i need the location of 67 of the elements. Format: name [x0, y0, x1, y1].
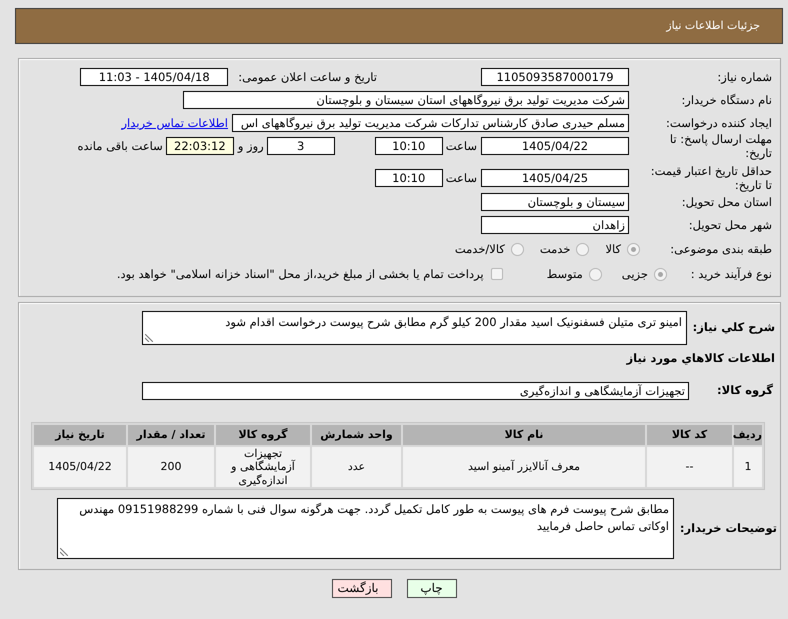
table-cell: 1: [734, 446, 762, 488]
option-label: خدمت: [540, 242, 570, 257]
field-label: حداقل تاریخ اعتبار قیمت: تا تاریخ:: [650, 164, 772, 192]
time-field[interactable]: 10:10: [374, 137, 443, 155]
column-header: تعداد / مقدار: [128, 424, 214, 445]
date-field[interactable]: 1405/04/22: [481, 137, 629, 155]
field-label: گروه کالا:: [716, 383, 773, 398]
radio-button[interactable]: [627, 242, 640, 256]
description-text: امینو تری متیلن فسفنونیک اسید مقدار 200 کیلو گرم مطابق شرح پیوست درخواست اقدام شود: [225, 314, 682, 329]
checkbox-label: پرداخت تمام یا بخشی از مبلغ خرید،از محل "اسناد خزانه اسلامی" خواهد بود.: [116, 266, 484, 282]
column-header: واحد شمارش: [312, 424, 401, 445]
requester-field[interactable]: مسلم حیدری صادق کارشناس تدارکات شرکت مدیریت تولید برق نیروگاههای اس: [232, 114, 629, 132]
field-label: استان محل تحویل:: [680, 195, 772, 209]
buyer-notes-field[interactable]: مطابق شرح پیوست فرم های پیوست به طور کامل تکمیل گردد. جهت هرگونه سوال فنی با شماره 09151988299 مهندس اوکاتی تماس حاصل فرمایید: [57, 498, 674, 560]
field-label: ساعت: [446, 170, 477, 186]
column-header: تاریخ نیاز: [34, 424, 126, 445]
need-number-field[interactable]: 1105093587000179: [481, 68, 629, 86]
buyer-notes-text: مطابق شرح پیوست فرم های پیوست به طور کامل تکمیل گردد. جهت هرگونه سوال فنی با شماره 09151988299 مهندس اوکاتی تماس حاصل فرمایید: [79, 502, 669, 534]
city-field[interactable]: زاهدان: [481, 216, 629, 234]
column-header: ردیف: [734, 424, 762, 445]
radio-button[interactable]: [576, 242, 590, 256]
goods-group-field[interactable]: تجهیزات آزمایشگاهی و اندازه‌گیری: [142, 382, 689, 400]
field-label: طبقه بندی موضوعی:: [669, 242, 772, 256]
field-label: مهلت ارسال پاسخ: تا تاریخ:: [668, 132, 772, 160]
option-label: کالا: [605, 242, 621, 257]
section-title: اطلاعات کالاهاي مورد نیاز: [625, 350, 775, 366]
province-field[interactable]: سیستان و بلوچستان: [481, 193, 629, 211]
option-label: متوسط: [546, 266, 583, 282]
table-cell: معرف آنالایزر آمینو اسید: [403, 446, 645, 488]
table-cell: 1405/04/22: [34, 446, 126, 488]
field-label: شهر محل تحویل:: [688, 218, 772, 232]
remaining-time-field[interactable]: 22:03:12: [166, 137, 234, 155]
radio-button[interactable]: [588, 268, 602, 281]
time-field[interactable]: 10:10: [374, 169, 443, 187]
announce-date-field[interactable]: 1405/04/18 - 11:03: [80, 68, 228, 86]
table-cell: 200: [128, 446, 214, 488]
field-label: ساعت: [446, 138, 477, 154]
resize-grip-icon[interactable]: [145, 334, 153, 342]
table-cell: عدد: [312, 446, 401, 488]
table-cell: تجهیزات آزمایشگاهی و اندازه‌گیری: [216, 446, 310, 488]
option-label: جزیی: [622, 266, 648, 282]
field-label: روز و: [238, 138, 264, 154]
date-field[interactable]: 1405/04/25: [481, 169, 629, 187]
radio-button[interactable]: [654, 268, 667, 281]
column-header: نام کالا: [403, 424, 645, 445]
field-label: شماره نیاز:: [716, 70, 772, 84]
option-label: کالا/خدمت: [454, 242, 505, 257]
resize-grip-icon[interactable]: [60, 548, 68, 556]
description-field[interactable]: امینو تری متیلن فسفنونیک اسید مقدار 200 کیلو گرم مطابق شرح پیوست درخواست اقدام شود: [142, 310, 687, 345]
field-label: توضیحات خریدار:: [678, 521, 777, 536]
back-button[interactable]: بازگشت: [332, 579, 392, 598]
page-title: جزئیات اطلاعات نیاز: [666, 18, 760, 34]
buyer-org-field[interactable]: شرکت مدیریت تولید برق نیروگاههای استان سیستان و بلوچستان: [183, 91, 629, 109]
column-header: کد کالا: [647, 424, 732, 445]
field-label: تاریخ و ساعت اعلان عمومی:: [238, 70, 377, 84]
table-cell: --: [647, 446, 732, 488]
print-button[interactable]: چاپ: [406, 579, 456, 598]
field-label: شرح کلي نیاز:: [692, 320, 775, 336]
buyer-contact-link[interactable]: اطلاعات تماس خریدار: [121, 116, 228, 130]
field-label: ایجاد کننده درخواست:: [665, 116, 772, 130]
checkbox[interactable]: [490, 268, 503, 280]
field-label: ساعت باقی مانده: [78, 138, 163, 154]
days-field[interactable]: 3: [266, 137, 335, 155]
column-header: گروه کالا: [216, 424, 310, 445]
field-label: نام دستگاه خریدار:: [680, 93, 772, 107]
field-label: نوع فرآیند خرید :: [690, 266, 772, 282]
radio-button[interactable]: [510, 242, 524, 256]
